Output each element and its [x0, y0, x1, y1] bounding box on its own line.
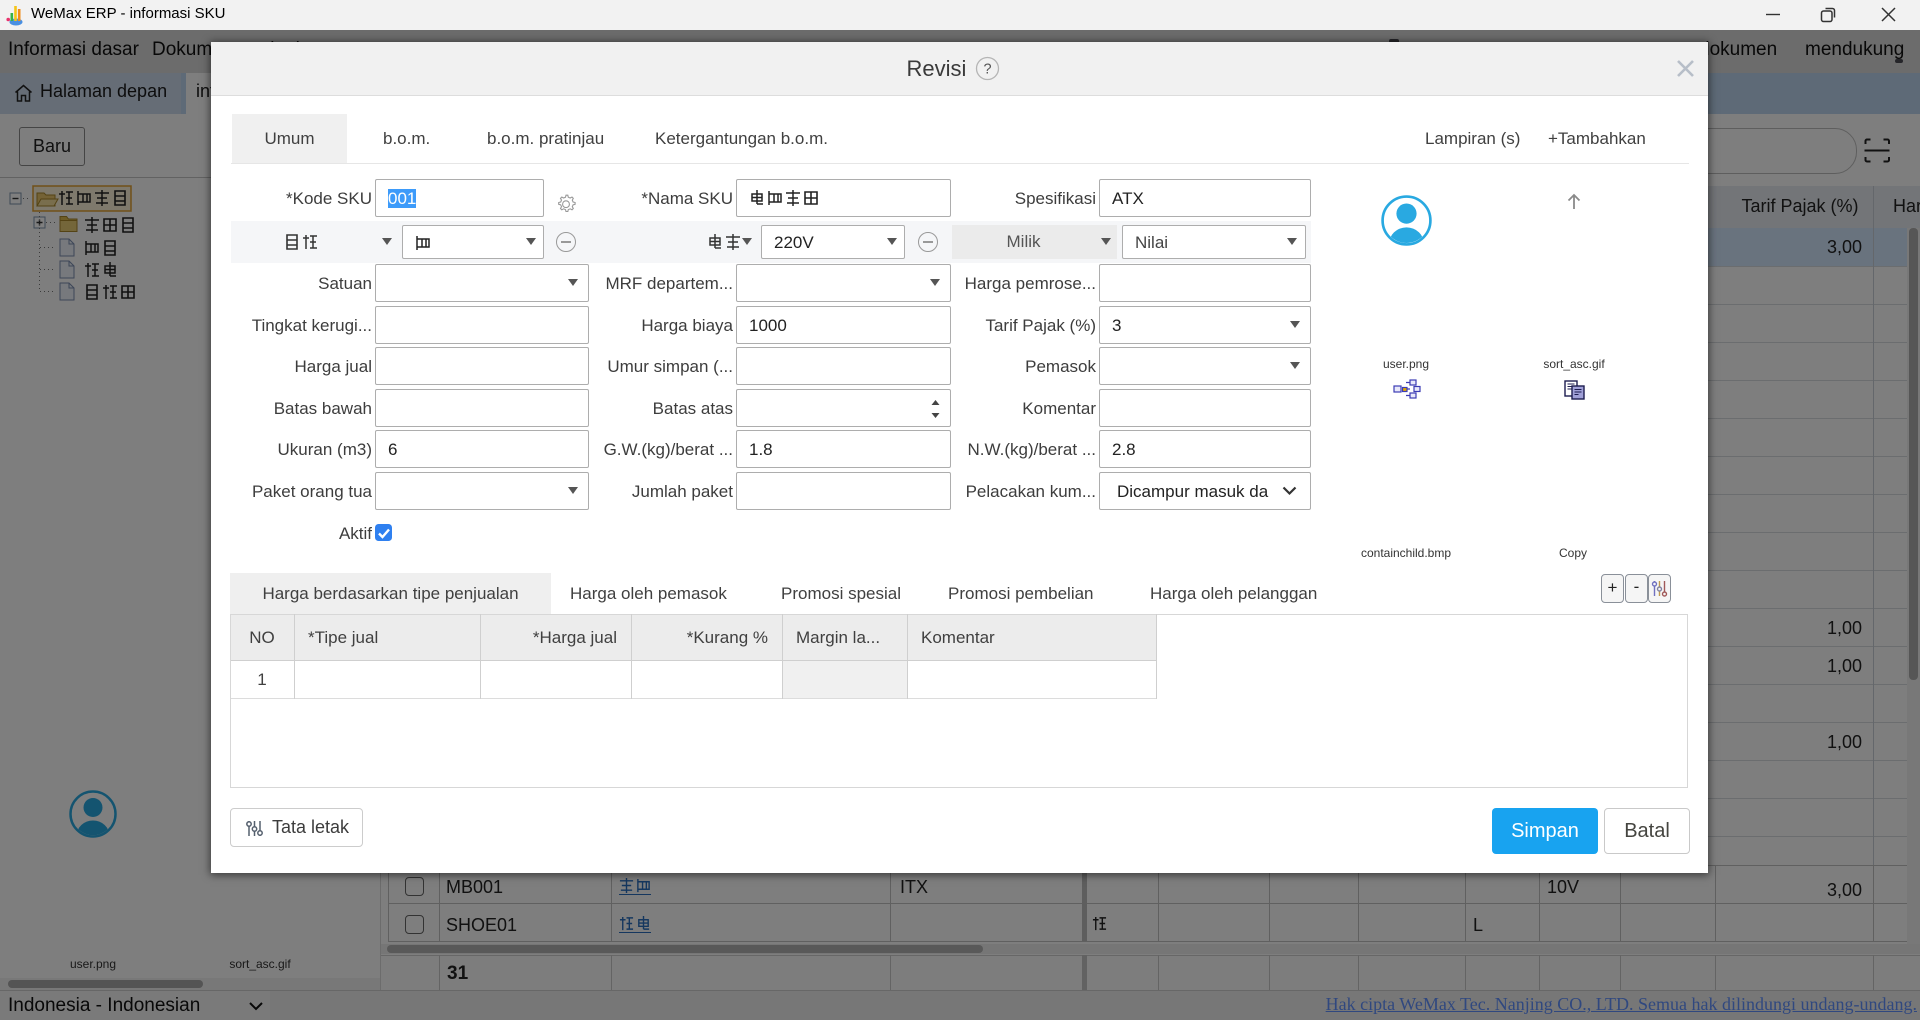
svg-text:?: ? — [984, 62, 992, 78]
